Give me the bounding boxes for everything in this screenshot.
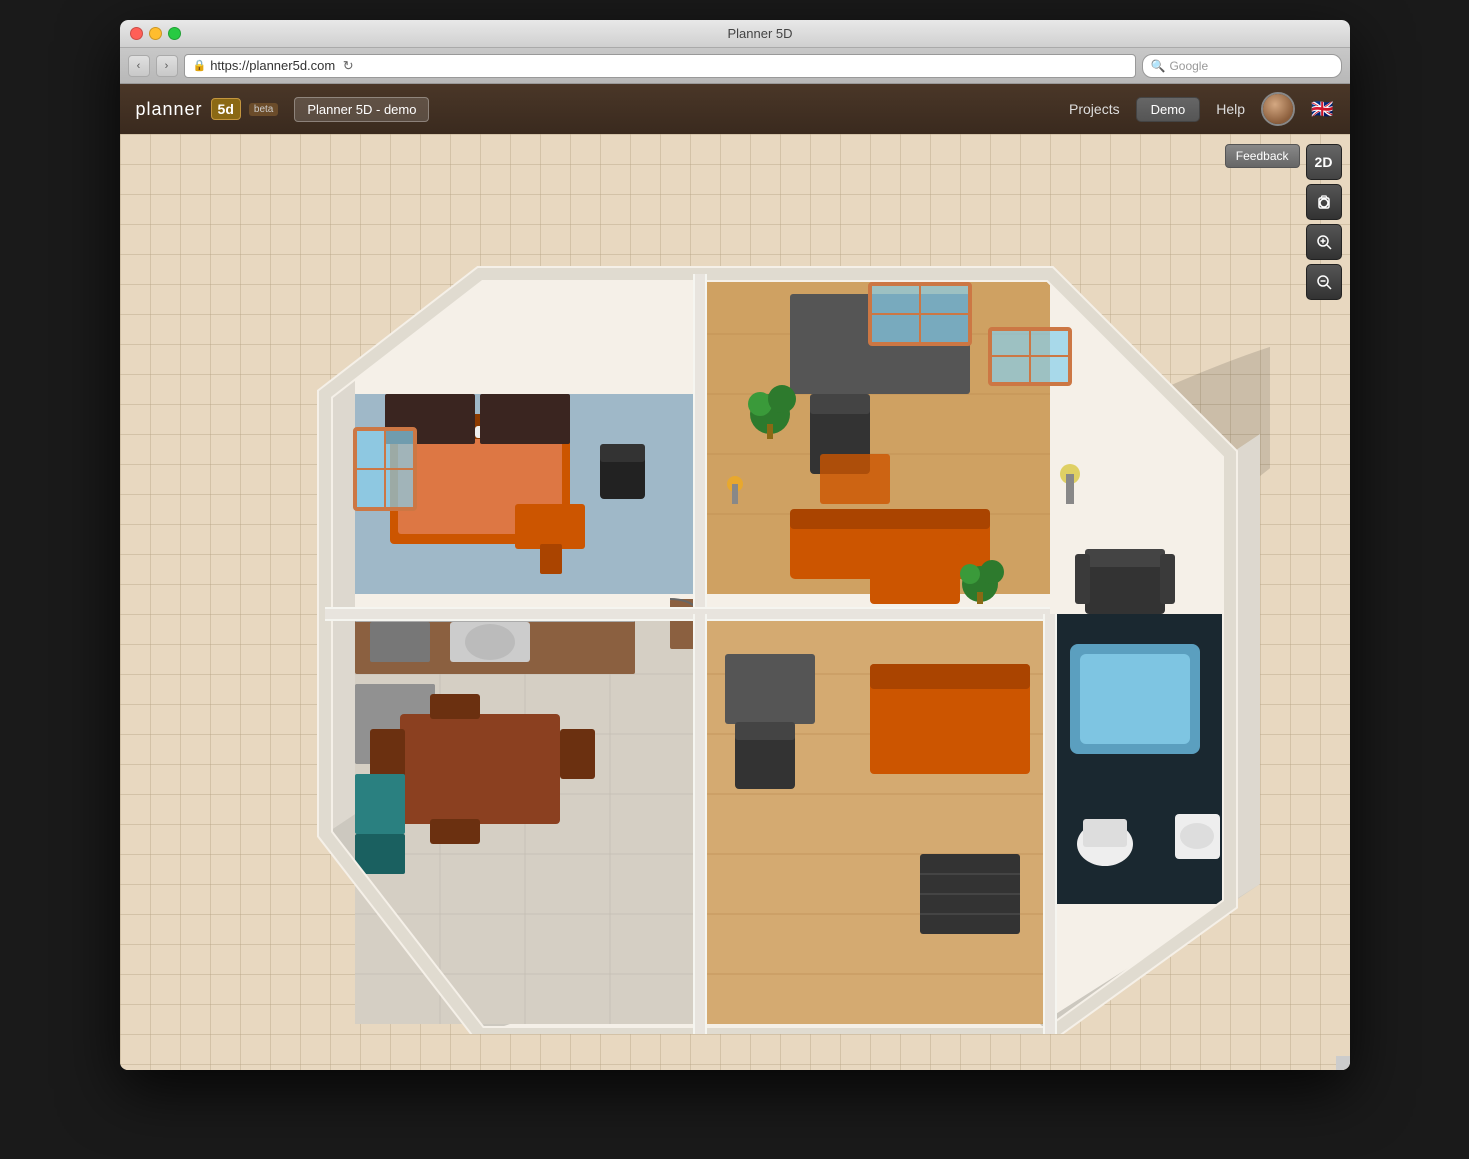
ssl-icon: 🔒	[193, 59, 207, 72]
tool-zoom-in-button[interactable]	[1306, 224, 1342, 260]
refresh-button[interactable]: ↻	[339, 57, 357, 75]
address-bar: ‹ › 🔒 https://planner5d.com ↻ 🔍 Google	[120, 48, 1350, 84]
feedback-button[interactable]: Feedback	[1225, 144, 1300, 168]
window-title: Planner 5D	[181, 26, 1340, 41]
nav-projects[interactable]: Projects	[1069, 101, 1120, 117]
right-toolbar: 2D	[1306, 144, 1342, 300]
url-bar[interactable]: 🔒 https://planner5d.com ↻	[184, 54, 1136, 78]
nav-help[interactable]: Help	[1216, 101, 1245, 117]
floorplan-3d-view	[170, 154, 1270, 1034]
floor-plan-group	[325, 274, 1260, 1034]
browser-window: Planner 5D ‹ › 🔒 https://planner5d.com ↻…	[120, 20, 1350, 1070]
demo-button[interactable]: Demo	[1136, 97, 1201, 122]
tool-2d-button[interactable]: 2D	[1306, 144, 1342, 180]
url-text: https://planner5d.com	[210, 58, 335, 73]
tool-zoom-out-button[interactable]	[1306, 264, 1342, 300]
close-button[interactable]	[130, 27, 143, 40]
search-placeholder: Google	[1169, 59, 1208, 73]
floorplan-container[interactable]	[120, 134, 1350, 1070]
logo-5d: 5d	[211, 98, 241, 120]
title-bar: Planner 5D	[120, 20, 1350, 48]
main-content: Feedback 2D	[120, 134, 1350, 1070]
app-header: planner 5d beta Planner 5D - demo Projec…	[120, 84, 1350, 134]
scrollbar-corner	[1336, 1056, 1350, 1070]
search-bar[interactable]: 🔍 Google	[1142, 54, 1342, 78]
logo-area: planner 5d beta	[136, 98, 279, 120]
logo-text: planner	[136, 99, 203, 120]
language-flag[interactable]: 🇬🇧	[1311, 99, 1333, 120]
window-controls	[130, 27, 181, 40]
search-icon: 🔍	[1151, 59, 1166, 73]
tool-camera-button[interactable]	[1306, 184, 1342, 220]
project-name[interactable]: Planner 5D - demo	[294, 97, 429, 122]
forward-button[interactable]: ›	[156, 55, 178, 77]
minimize-button[interactable]	[149, 27, 162, 40]
maximize-button[interactable]	[168, 27, 181, 40]
beta-badge: beta	[249, 103, 278, 116]
avatar-image	[1263, 94, 1293, 124]
avatar[interactable]	[1261, 92, 1295, 126]
back-button[interactable]: ‹	[128, 55, 150, 77]
